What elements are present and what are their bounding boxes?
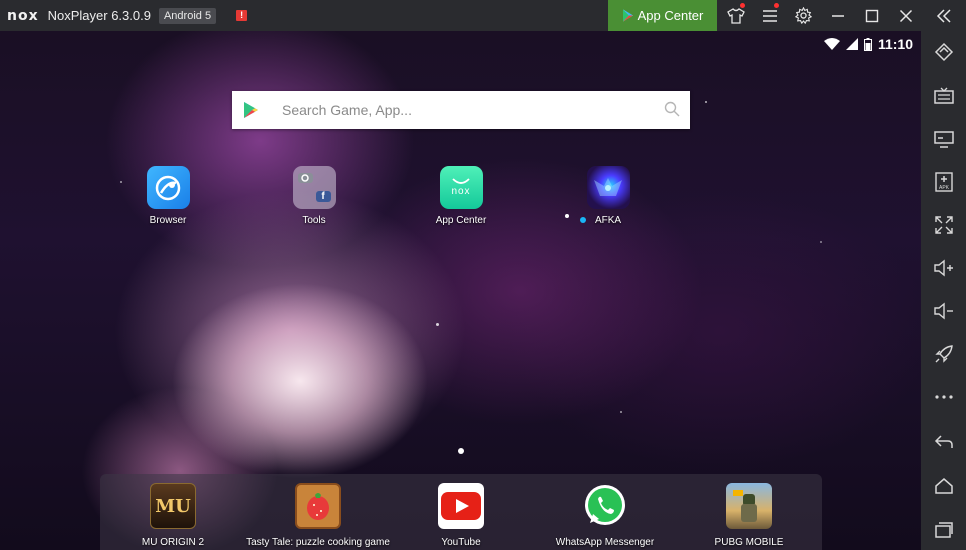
fullscreen-icon (934, 216, 953, 234)
rocket-icon (934, 345, 953, 363)
settings-button[interactable] (788, 0, 818, 31)
more-icon (934, 395, 953, 399)
play-store-icon (244, 102, 258, 118)
keyboard-icon (933, 87, 954, 104)
nox-window: { "titlebar": { "logo": "nox", "title": … (0, 0, 966, 550)
nox-app-center-icon: nox (439, 166, 483, 209)
tools-folder-icon: f (292, 166, 336, 209)
app-center-label: App Center (637, 8, 704, 23)
android-status-bar: 11:10 (823, 36, 913, 52)
back-icon (934, 435, 953, 448)
volume-up-button[interactable] (921, 253, 966, 283)
apk-install-icon: APK (934, 172, 953, 192)
page-indicator (458, 448, 464, 454)
nox-logo: nox (7, 7, 39, 24)
collapse-sidebar-button[interactable] (929, 0, 959, 31)
nox-icon-text: nox (451, 186, 471, 197)
facebook-mini-icon: f (315, 190, 331, 202)
mu-origin-icon: MU (150, 483, 196, 529)
dock-app-tasty-tale[interactable]: Tasty Tale: puzzle cooking game (238, 483, 398, 548)
multi-instance-button[interactable] (921, 37, 966, 67)
rocket-button[interactable] (921, 339, 966, 369)
app-label: WhatsApp Messenger (555, 537, 655, 548)
app-tools-folder[interactable]: f Tools (264, 166, 364, 226)
app-afka[interactable]: AFKA (558, 166, 658, 226)
maximize-button[interactable] (857, 0, 887, 31)
star (436, 323, 439, 326)
youtube-icon (438, 483, 484, 529)
warning-icon[interactable]: ! (236, 10, 248, 21)
minimize-button[interactable] (823, 0, 853, 31)
whatsapp-icon (582, 483, 628, 529)
search-bar[interactable]: Search Game, App... (232, 91, 690, 129)
app-label: YouTube (441, 537, 481, 548)
dock-app-youtube[interactable]: YouTube (381, 483, 541, 548)
maximize-icon (865, 9, 879, 22)
volume-down-button[interactable] (921, 296, 966, 326)
menu-button[interactable] (755, 0, 785, 31)
android-screen[interactable]: 11:10 Search Game, App... Browser f Tool… (0, 31, 921, 550)
play-store-icon (622, 9, 633, 22)
minimize-icon (832, 14, 844, 17)
dock-app-pubg[interactable]: PUBG MOBILE (669, 483, 829, 548)
app-title: NoxPlayer 6.3.0.9 (47, 8, 151, 23)
app-app-center[interactable]: nox App Center (411, 166, 511, 226)
close-button[interactable] (891, 0, 921, 31)
dock: MU MU ORIGIN 2 Tasty Tale: puzzle cookin… (100, 474, 822, 550)
apk-install-button[interactable]: APK (921, 167, 966, 197)
shirt-icon (727, 7, 745, 24)
fullscreen-button[interactable] (921, 210, 966, 240)
close-icon (899, 9, 913, 22)
afka-icon (586, 166, 630, 209)
app-label: Tasty Tale: puzzle cooking game (246, 537, 390, 548)
search-icon[interactable] (664, 101, 680, 117)
app-browser[interactable]: Browser (118, 166, 218, 226)
volume-up-icon (933, 259, 953, 277)
star (705, 101, 707, 103)
clock: 11:10 (877, 36, 913, 52)
home-icon (934, 478, 953, 494)
home-button[interactable] (921, 471, 966, 501)
browser-icon (146, 166, 190, 209)
android-version-badge: Android 5 (158, 7, 217, 24)
recent-apps-icon (934, 522, 953, 538)
skin-button[interactable] (721, 0, 751, 31)
screen-icon (933, 131, 954, 148)
screen-button[interactable] (921, 124, 966, 154)
volume-down-icon (933, 302, 953, 320)
apk-label: APK (938, 185, 949, 191)
app-label: AFKA (594, 215, 622, 226)
tasty-tale-icon (295, 483, 341, 529)
star (820, 241, 822, 243)
app-label: Browser (149, 215, 187, 226)
double-chevron-left-icon (936, 8, 951, 23)
new-app-dot (580, 217, 586, 223)
cell-signal-icon (845, 38, 858, 50)
recent-apps-button[interactable] (921, 515, 966, 545)
right-toolbar: APK (921, 31, 966, 550)
search-input[interactable]: Search Game, App... (282, 102, 412, 118)
multi-instance-icon (934, 42, 953, 62)
hamburger-icon (763, 9, 777, 22)
app-label: App Center (435, 215, 487, 226)
title-bar: nox NoxPlayer 6.3.0.9 Android 5 ! App Ce… (0, 0, 966, 31)
mu-origin-icon-text: MU (155, 495, 191, 517)
wifi-icon (823, 38, 840, 50)
app-label: Tools (302, 215, 326, 226)
more-button[interactable] (921, 382, 966, 412)
app-label: PUBG MOBILE (714, 537, 784, 548)
notification-dot (774, 3, 779, 8)
pubg-icon (726, 483, 772, 529)
settings-mini-icon (297, 173, 313, 184)
star (620, 411, 622, 413)
notification-dot (740, 3, 745, 8)
keyboard-button[interactable] (921, 81, 966, 111)
battery-icon (863, 37, 872, 51)
dock-app-whatsapp[interactable]: WhatsApp Messenger (525, 483, 685, 548)
app-label: MU ORIGIN 2 (141, 537, 205, 548)
dock-app-mu-origin[interactable]: MU MU ORIGIN 2 (93, 483, 253, 548)
gear-icon (794, 7, 812, 24)
app-center-button[interactable]: App Center (608, 0, 717, 31)
back-button[interactable] (921, 427, 966, 457)
